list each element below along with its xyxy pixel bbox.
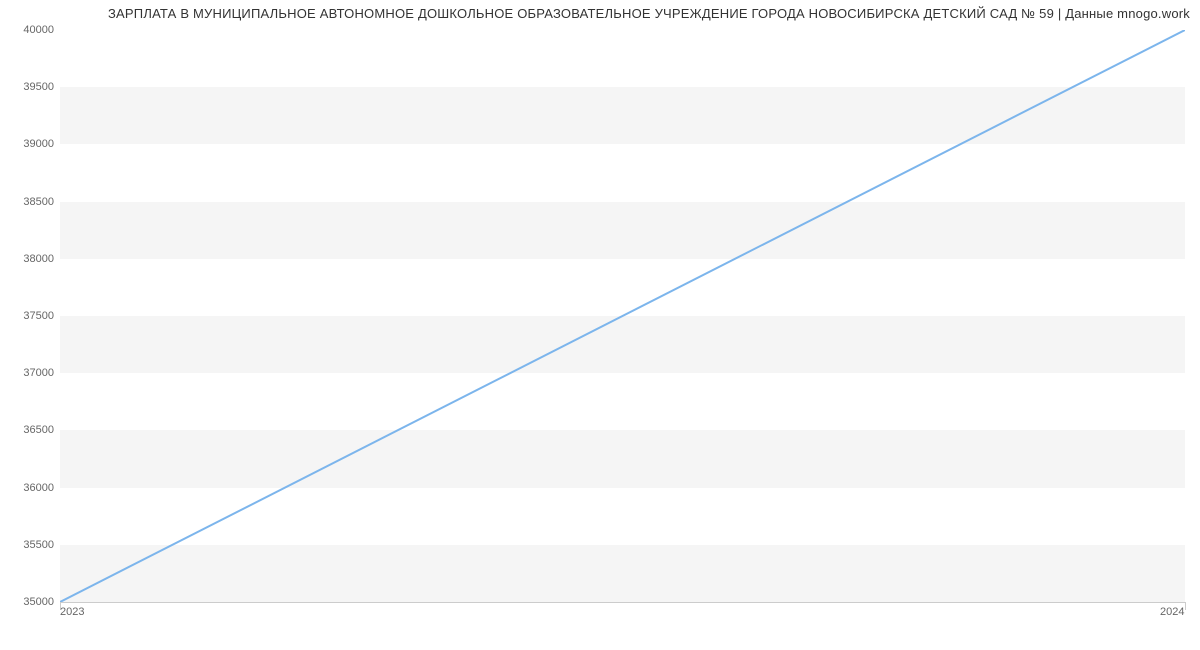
- y-tick-label: 36500: [23, 424, 54, 436]
- y-tick-label: 38500: [23, 196, 54, 208]
- y-tick-label: 38000: [23, 253, 54, 265]
- x-tick-label: 2023: [60, 606, 84, 618]
- y-tick-label: 35000: [23, 596, 54, 608]
- x-tick: [1185, 602, 1186, 610]
- y-tick-label: 36000: [23, 482, 54, 494]
- x-tick-label: 2024: [1160, 606, 1184, 618]
- y-tick-label: 39500: [23, 81, 54, 93]
- y-tick-label: 39000: [23, 138, 54, 150]
- y-tick-label: 40000: [23, 24, 54, 36]
- plot-area: [60, 30, 1185, 602]
- chart-line-svg: [60, 30, 1185, 602]
- x-axis-line: [60, 602, 1185, 603]
- chart-title: ЗАРПЛАТА В МУНИЦИПАЛЬНОЕ АВТОНОМНОЕ ДОШК…: [0, 6, 1190, 21]
- y-tick-label: 37000: [23, 367, 54, 379]
- y-tick-label: 35500: [23, 539, 54, 551]
- y-tick-label: 37500: [23, 310, 54, 322]
